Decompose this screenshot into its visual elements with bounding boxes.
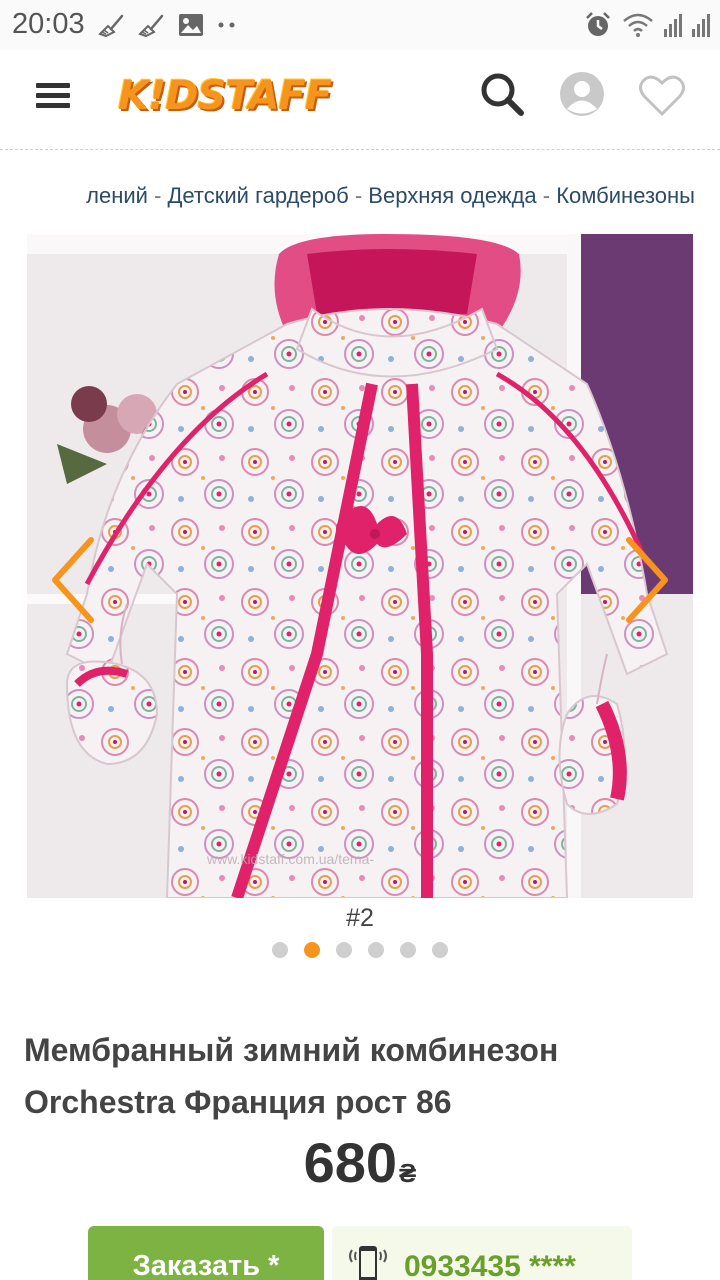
phone-button[interactable]: 0933435 **** <box>332 1226 632 1280</box>
site-logo[interactable]: K!DSTAFF <box>118 72 332 120</box>
breadcrumb-item[interactable]: Верхняя одежда <box>368 183 536 208</box>
gallery-dot[interactable] <box>368 942 384 958</box>
price-value: 680 <box>303 1131 398 1194</box>
photo-watermark: www.kidstaff.com.ua/tema- <box>206 851 374 867</box>
gallery-pagination <box>0 942 720 962</box>
status-bar: 20:03 <box>0 0 720 50</box>
signal-icon <box>664 14 682 37</box>
gallery-dot[interactable] <box>400 942 416 958</box>
phone-number: 0933435 **** <box>404 1250 576 1280</box>
breadcrumb: лений - Детский гардероб - Верхняя одежд… <box>0 152 720 232</box>
search-icon[interactable] <box>478 70 526 118</box>
gallery-dot[interactable] <box>336 942 352 958</box>
more-dots-icon <box>218 22 235 28</box>
slide-counter: #2 <box>346 904 374 932</box>
product-gallery[interactable]: www.kidstaff.com.ua/tema- <box>27 234 693 898</box>
broom-icon <box>138 14 164 38</box>
wifi-icon <box>623 13 653 37</box>
price-currency: ₴ <box>399 1158 417 1188</box>
alarm-icon <box>586 12 610 36</box>
image-icon <box>179 14 203 36</box>
order-button[interactable]: Заказать * <box>88 1226 324 1280</box>
breadcrumb-separator: - <box>354 183 363 208</box>
menu-icon[interactable] <box>36 83 70 109</box>
status-right-icons <box>584 10 710 40</box>
breadcrumb-item[interactable]: Комбинезоны <box>556 183 695 208</box>
chevron-right-icon[interactable] <box>623 534 673 626</box>
chevron-left-icon[interactable] <box>47 534 97 626</box>
status-time: 20:03 <box>12 8 85 40</box>
breadcrumb-item[interactable]: Детский гардероб <box>168 183 349 208</box>
signal-icon <box>692 14 710 37</box>
user-icon[interactable] <box>558 70 606 118</box>
breadcrumb-separator: - <box>542 183 551 208</box>
heart-icon[interactable] <box>638 72 686 118</box>
site-header: K!DSTAFF <box>0 50 720 150</box>
gallery-dot[interactable] <box>304 942 320 958</box>
status-left-icons <box>98 10 238 40</box>
breadcrumb-separator: - <box>154 183 162 208</box>
phone-icon <box>349 1246 387 1280</box>
product-photo: www.kidstaff.com.ua/tema- <box>27 234 693 898</box>
product-price: 680₴ <box>0 1130 720 1195</box>
logo-text: K!DSTAFF <box>118 73 332 119</box>
gallery-dot[interactable] <box>432 942 448 958</box>
breadcrumb-item[interactable]: лений <box>86 183 148 208</box>
product-title: Мембранный зимний комбинезон Orchestra Ф… <box>24 1032 559 1120</box>
gallery-dot[interactable] <box>272 942 288 958</box>
broom-icon <box>98 14 124 38</box>
